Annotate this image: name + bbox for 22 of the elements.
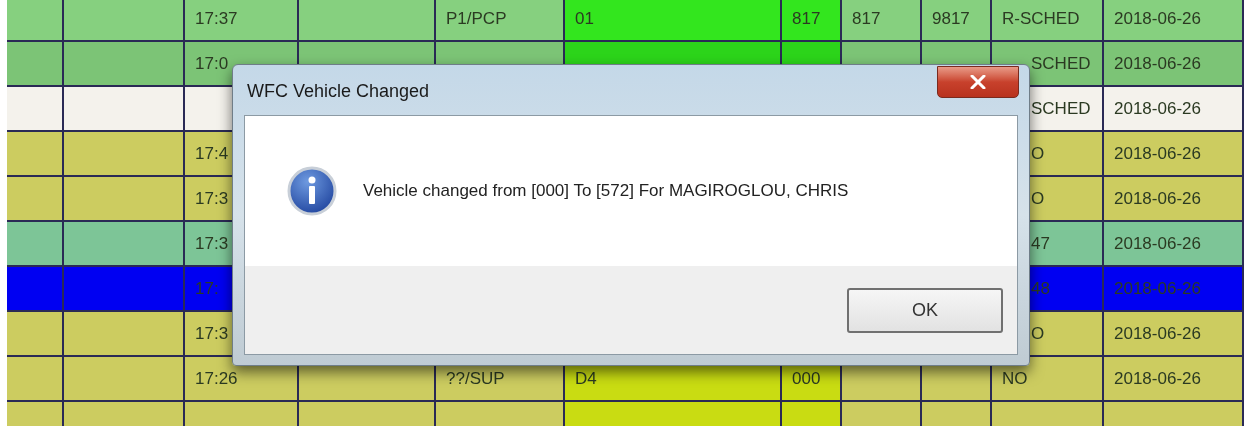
- table-cell: 17:37: [185, 0, 299, 40]
- table-cell: 2018-06-26: [1104, 0, 1244, 40]
- table-cell: 2018-06-26: [1104, 87, 1244, 130]
- ok-button[interactable]: OK: [847, 288, 1003, 333]
- table-cell: 2018-06-26: [1104, 42, 1244, 85]
- table-cell: 2018-06-26: [1104, 132, 1244, 175]
- table-cell: R-SCHED: [992, 0, 1104, 40]
- table-cell: 01: [565, 0, 782, 40]
- info-icon: [287, 166, 337, 216]
- table-cell: 2018-06-26: [1104, 222, 1244, 265]
- table-cell: 2018-06-26: [1104, 267, 1244, 310]
- table-cell: 817: [782, 0, 842, 40]
- table-cell: P1/PCP: [436, 0, 565, 40]
- close-icon: [970, 75, 986, 89]
- table-cell: 2018-06-26: [1104, 312, 1244, 355]
- table-cell: 9817: [922, 0, 992, 40]
- table-cell: 2018-06-26: [1104, 357, 1244, 400]
- table-cell: 817: [842, 0, 922, 40]
- table-cell: 2018-06-26: [1104, 177, 1244, 220]
- table-cell: NO: [992, 357, 1104, 400]
- close-button[interactable]: [937, 66, 1019, 98]
- dialog-message: Vehicle changed from [000] To [572] For MAGIROGLOU, CHRIS: [363, 180, 849, 203]
